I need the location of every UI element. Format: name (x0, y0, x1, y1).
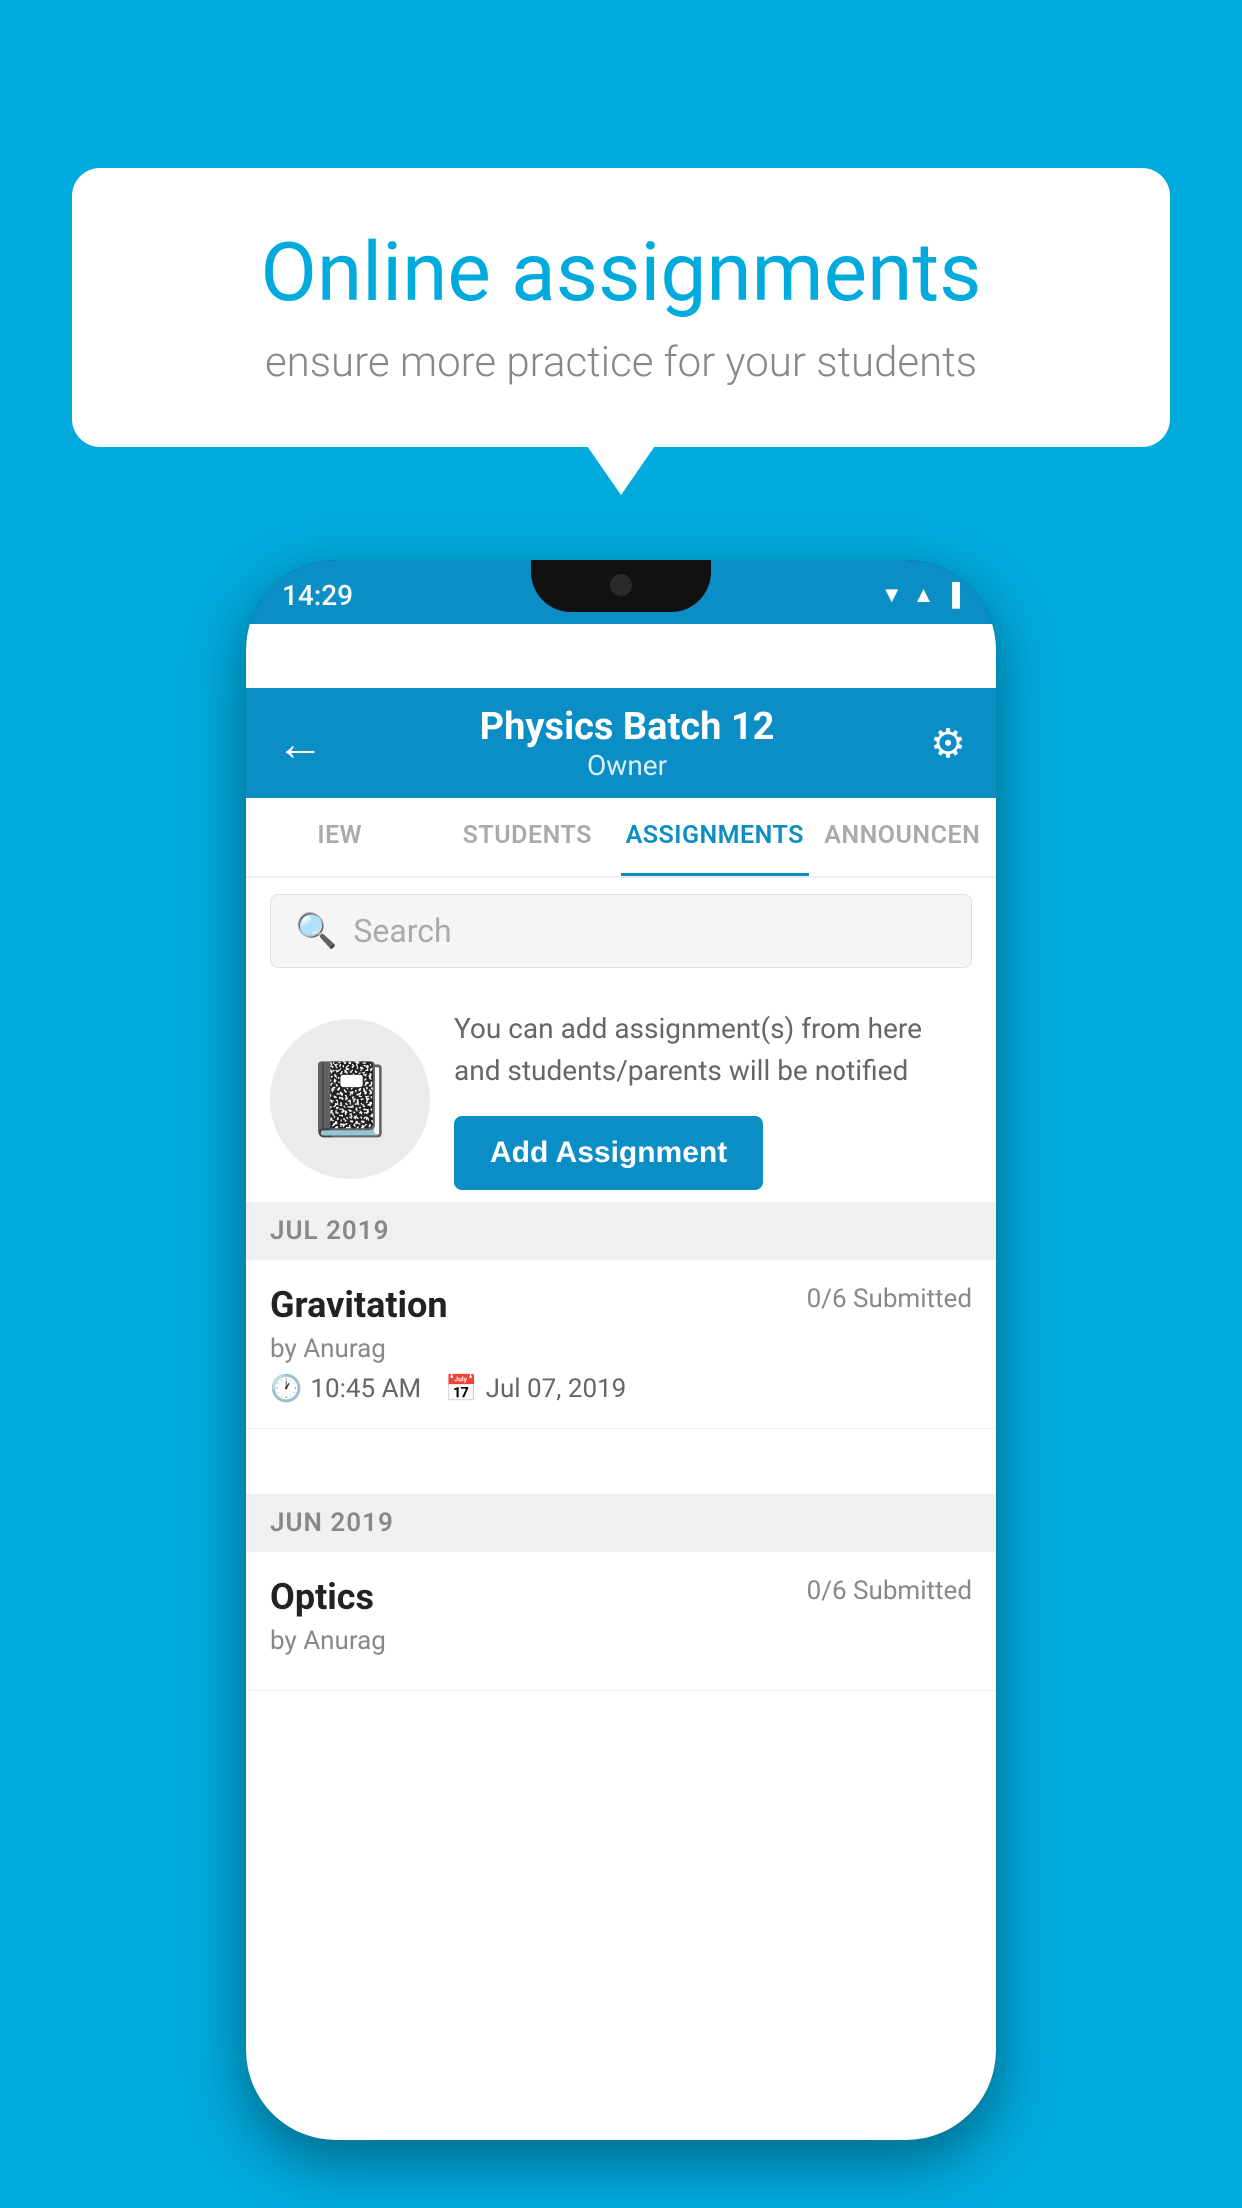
assignment-meta: 🕐 10:45 AM 📅 Jul 07, 2019 (270, 1374, 972, 1404)
bubble-subtitle: ensure more practice for your students (142, 338, 1100, 387)
speech-bubble-container: Online assignments ensure more practice … (72, 168, 1170, 447)
calendar-icon: 📅 (445, 1374, 477, 1404)
assignment-by: by Anurag (270, 1334, 972, 1364)
submitted-count: 0/6 Submitted (807, 1284, 972, 1314)
tabs-bar: IEW STUDENTS ASSIGNMENTS ANNOUNCEN (246, 798, 996, 878)
search-bar[interactable]: 🔍 Search (270, 894, 972, 968)
tab-assignments[interactable]: ASSIGNMENTS (621, 798, 809, 876)
app-bar-title: Physics Batch 12 (480, 705, 775, 749)
optics-assignment[interactable]: Optics 0/6 Submitted by Anurag (246, 1552, 996, 1691)
clock-icon: 🕐 (270, 1374, 302, 1404)
jul-month-header: JUL 2019 Gravitation 0/6 Submitted by An… (246, 1202, 996, 1429)
jul-month-label: JUL 2019 (246, 1202, 996, 1260)
wifi-icon: ▼ (881, 582, 903, 608)
front-camera (610, 574, 632, 596)
tab-iew[interactable]: IEW (246, 798, 434, 876)
bubble-title: Online assignments (142, 228, 1100, 318)
tab-students[interactable]: STUDENTS (434, 798, 622, 876)
time-value: 10:45 AM (310, 1374, 421, 1404)
status-icons: ▼ ▲ ▐ (881, 582, 960, 608)
promo-icon-circle: 📓 (270, 1019, 430, 1179)
phone-screen: ← Physics Batch 12 Owner ⚙ IEW STUDENTS … (246, 624, 996, 2140)
promo-description: You can add assignment(s) from here and … (454, 1008, 972, 1092)
assignment-time: 🕐 10:45 AM (270, 1374, 421, 1404)
tab-announcements[interactable]: ANNOUNCEN (809, 798, 997, 876)
jun-month-label: JUN 2019 (246, 1494, 996, 1552)
phone-frame: 14:29 ▼ ▲ ▐ ← Physics Batch 12 Owner ⚙ I… (246, 560, 996, 2140)
status-time: 14:29 (282, 579, 353, 612)
date-value: Jul 07, 2019 (486, 1374, 627, 1404)
optics-top-row: Optics 0/6 Submitted (270, 1576, 972, 1618)
phone-notch (531, 560, 711, 612)
search-placeholder: Search (353, 912, 451, 950)
assignment-top-row: Gravitation 0/6 Submitted (270, 1284, 972, 1326)
promo-section: 📓 You can add assignment(s) from here an… (246, 978, 996, 1221)
app-bar: ← Physics Batch 12 Owner ⚙ (246, 688, 996, 798)
battery-icon: ▐ (944, 582, 960, 608)
assignment-name: Gravitation (270, 1284, 448, 1326)
assignment-date: 📅 Jul 07, 2019 (445, 1374, 626, 1404)
app-bar-title-group: Physics Batch 12 Owner (480, 705, 775, 782)
signal-icon: ▲ (913, 582, 935, 608)
back-button[interactable]: ← (276, 715, 324, 772)
search-bar-container: 🔍 Search (246, 878, 996, 984)
gravitation-assignment[interactable]: Gravitation 0/6 Submitted by Anurag 🕐 10… (246, 1260, 996, 1429)
speech-bubble: Online assignments ensure more practice … (72, 168, 1170, 447)
jun-month-header: JUN 2019 Optics 0/6 Submitted by Anurag (246, 1494, 996, 1691)
notebook-icon: 📓 (305, 1057, 395, 1142)
add-assignment-button[interactable]: Add Assignment (454, 1116, 763, 1190)
optics-submitted: 0/6 Submitted (807, 1576, 972, 1606)
optics-name: Optics (270, 1576, 374, 1618)
promo-right: You can add assignment(s) from here and … (454, 1008, 972, 1190)
optics-by: by Anurag (270, 1626, 972, 1656)
settings-icon[interactable]: ⚙ (930, 720, 966, 767)
phone-device: 14:29 ▼ ▲ ▐ ← Physics Batch 12 Owner ⚙ I… (246, 560, 996, 2140)
search-icon: 🔍 (295, 911, 337, 951)
app-bar-subtitle: Owner (480, 749, 775, 782)
